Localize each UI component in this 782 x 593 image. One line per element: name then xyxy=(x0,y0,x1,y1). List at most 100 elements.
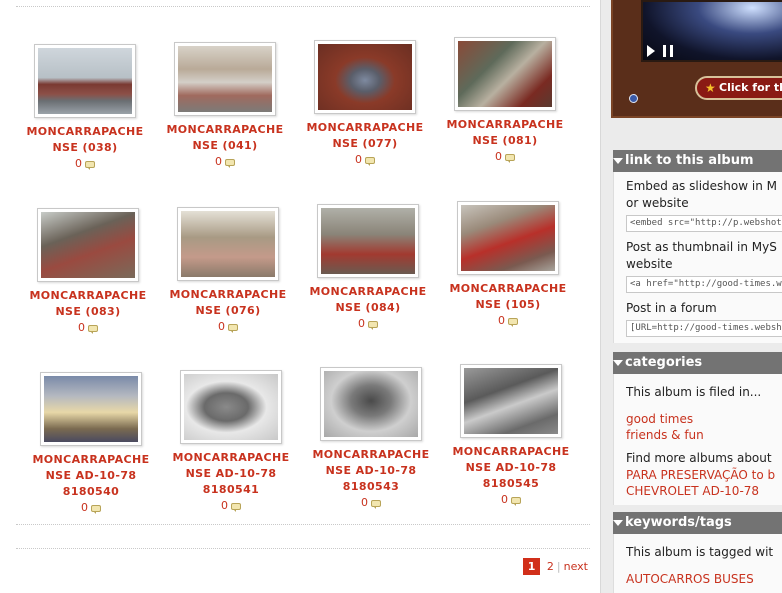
next-link[interactable]: next xyxy=(564,560,588,573)
thumbnail-item[interactable]: MONCARRAPACHE NSE AD-10-78 8180545 0 xyxy=(441,364,581,507)
comment-count[interactable]: 0 xyxy=(301,496,441,510)
thumbnail-title[interactable]: MONCARRAPACHE NSE (083) xyxy=(18,288,158,320)
brake-drum-photo[interactable] xyxy=(324,371,418,437)
filed-in-text: This album is filed in... xyxy=(626,385,762,399)
thumbnail-frame[interactable] xyxy=(320,367,422,441)
thumbnail-item[interactable]: MONCARRAPACHE NSE (076) 0 xyxy=(158,207,298,334)
video-cta-button[interactable]: ★ Click for the l xyxy=(695,76,782,100)
axle-photo[interactable] xyxy=(184,374,278,440)
comment-count[interactable]: 0 xyxy=(438,314,578,328)
thumbnail-item[interactable]: MONCARRAPACHE NSE (084) 0 xyxy=(298,204,438,331)
page-current[interactable]: 1 xyxy=(522,558,541,575)
forum-label: Post in a forum xyxy=(626,301,717,315)
thumbnail-item[interactable]: MONCARRAPACHE NSE AD-10-78 8180541 0 xyxy=(161,370,301,513)
category-link[interactable]: friends & fun xyxy=(626,427,782,443)
comment-bubble-icon xyxy=(371,499,381,509)
comment-bubble-icon xyxy=(231,502,241,512)
pause-icon[interactable] xyxy=(663,45,673,57)
panel-header[interactable]: keywords/tags xyxy=(613,512,782,534)
thumbnail-title[interactable]: MONCARRAPACHE NSE AD-10-78 8180541 xyxy=(161,450,301,498)
video-player[interactable]: ★ Click for the l xyxy=(611,0,782,118)
thumbnail-title[interactable]: MONCARRAPACHE NSE (081) xyxy=(435,117,575,149)
thumbnail-frame[interactable] xyxy=(40,372,142,446)
bus-seats-photo[interactable] xyxy=(321,208,415,274)
comment-count[interactable]: 0 xyxy=(441,493,581,507)
thumbnail-title[interactable]: MONCARRAPACHE NSE (105) xyxy=(438,281,578,313)
bus-on-truck-photo[interactable] xyxy=(38,48,132,114)
thumbnail-frame[interactable] xyxy=(314,40,416,114)
comment-count[interactable]: 0 xyxy=(18,321,158,335)
embed-code-field[interactable]: <embed src="http://p.webshots.c xyxy=(626,215,782,232)
thumbnail-item[interactable]: MONCARRAPACHE NSE (081) 0 xyxy=(435,37,575,164)
thumbnail-title[interactable]: MONCARRAPACHE NSE (076) xyxy=(158,287,298,319)
thumbnail-frame[interactable] xyxy=(34,44,136,118)
comment-count[interactable]: 0 xyxy=(161,499,301,513)
divider xyxy=(16,524,590,525)
page-2-link[interactable]: 2 xyxy=(547,560,554,573)
comment-bubble-icon xyxy=(228,323,238,333)
tagged-with-text: This album is tagged wit xyxy=(626,545,774,559)
forum-code-field[interactable]: [URL=http://good-times.webshots xyxy=(626,320,782,337)
related-link[interactable]: CHEVROLET AD-10-78 xyxy=(626,483,782,499)
thumbnail-item[interactable]: MONCARRAPACHE NSE (105) 0 xyxy=(438,201,578,328)
embed-label: Embed as slideshow in M xyxy=(626,179,777,193)
comment-bubble-icon xyxy=(508,317,518,327)
thumbnail-code-field[interactable]: <a href="http://good-times.websh xyxy=(626,276,782,293)
thumbnail-frame[interactable] xyxy=(37,208,139,282)
comment-count[interactable]: 0 xyxy=(435,150,575,164)
comment-count[interactable]: 0 xyxy=(155,155,295,169)
thumbnail-title[interactable]: MONCARRAPACHE NSE AD-10-78 8180543 xyxy=(301,447,441,495)
panel-header[interactable]: link to this album xyxy=(613,150,782,172)
page-separator: | xyxy=(556,560,561,573)
thumbnail-item[interactable]: MONCARRAPACHE NSE (083) 0 xyxy=(18,208,158,335)
thumbnail-frame[interactable] xyxy=(174,42,276,116)
sidebar: ★ Click for the l link to this album Emb… xyxy=(600,0,782,593)
thumbnail-item[interactable]: MONCARRAPACHE NSE (041) 0 xyxy=(155,42,295,169)
bus-side-photo[interactable] xyxy=(178,46,272,112)
thumbnail-frame[interactable] xyxy=(177,207,279,281)
collapse-triangle-icon[interactable] xyxy=(613,520,623,526)
collapse-triangle-icon[interactable] xyxy=(613,360,623,366)
engine-photo[interactable] xyxy=(458,41,552,107)
thumbnail-item[interactable]: MONCARRAPACHE NSE (038) 0 xyxy=(15,44,155,171)
chassis-photo[interactable] xyxy=(464,368,558,434)
comment-bubble-icon xyxy=(85,160,95,170)
thumbnail-frame[interactable] xyxy=(454,37,556,111)
thumbnail-frame[interactable] xyxy=(460,364,562,438)
comment-count[interactable]: 0 xyxy=(158,320,298,334)
category-link[interactable]: good times xyxy=(626,411,782,427)
panel-header[interactable]: categories xyxy=(613,352,782,374)
top-divider xyxy=(16,6,590,7)
thumbnail-item[interactable]: MONCARRAPACHE NSE AD-10-78 8180540 0 xyxy=(21,372,161,515)
pagination: 1 2 | next xyxy=(522,558,588,575)
keywords-panel: keywords/tags This album is tagged wit A… xyxy=(613,512,782,593)
thumbnail-title[interactable]: MONCARRAPACHE NSE (041) xyxy=(155,122,295,154)
workshop-bus-photo[interactable] xyxy=(44,376,138,442)
comment-count[interactable]: 0 xyxy=(298,317,438,331)
thumbnail-item[interactable]: MONCARRAPACHE NSE (077) 0 xyxy=(295,40,435,167)
comment-count[interactable]: 0 xyxy=(21,501,161,515)
bus-front-photo[interactable] xyxy=(461,205,555,271)
thumbnail-frame[interactable] xyxy=(317,204,419,278)
thumbnail-title[interactable]: MONCARRAPACHE NSE (084) xyxy=(298,284,438,316)
thumbnail-title[interactable]: MONCARRAPACHE NSE AD-10-78 8180545 xyxy=(441,444,581,492)
tag-link[interactable]: AUTOCARROS BUSES xyxy=(626,571,782,587)
comment-count[interactable]: 0 xyxy=(15,157,155,171)
thumbnail-frame[interactable] xyxy=(457,201,559,275)
thumbnail-frame[interactable] xyxy=(180,370,282,444)
bus-interior-photo[interactable] xyxy=(181,211,275,277)
thumbnail-title[interactable]: MONCARRAPACHE NSE AD-10-78 8180540 xyxy=(21,452,161,500)
comment-bubble-icon xyxy=(225,158,235,168)
thumbnail-title[interactable]: MONCARRAPACHE NSE (077) xyxy=(295,120,435,152)
link-to-album-panel: link to this album Embed as slideshow in… xyxy=(613,150,782,343)
panel-body: This album is filed in... good times fri… xyxy=(613,374,782,505)
thumbnail-item[interactable]: MONCARRAPACHE NSE AD-10-78 8180543 0 xyxy=(301,367,441,510)
thumbnail-title[interactable]: MONCARRAPACHE NSE (038) xyxy=(15,124,155,156)
collapse-triangle-icon[interactable] xyxy=(613,158,623,164)
comment-count[interactable]: 0 xyxy=(295,153,435,167)
chevrolet-emblem-photo[interactable] xyxy=(318,44,412,110)
play-icon[interactable] xyxy=(647,45,655,57)
related-link[interactable]: PARA PRESERVAÇÃO to b xyxy=(626,467,782,483)
driver-seat-photo[interactable] xyxy=(41,212,135,278)
thumbnail-label-cont: website xyxy=(626,257,673,271)
